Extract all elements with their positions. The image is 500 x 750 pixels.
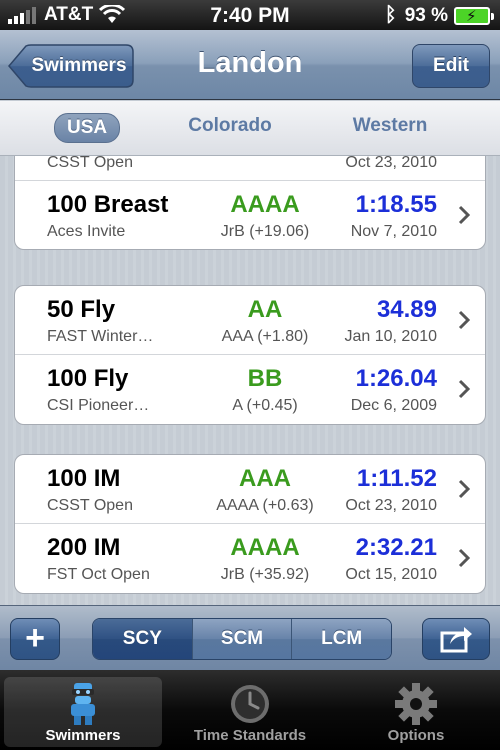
standard-achieved: AAA — [239, 465, 291, 492]
standard-achieved: AA — [247, 296, 283, 323]
share-button[interactable] — [422, 618, 490, 660]
swim-date: Dec 6, 2009 — [350, 397, 437, 414]
share-icon — [440, 627, 472, 653]
course-lcm[interactable]: LCM — [292, 619, 391, 659]
swim-time: 34.89 — [376, 296, 437, 323]
bluetooth-icon: ᛒ — [384, 4, 397, 26]
battery-icon: ⚡ — [454, 6, 494, 25]
table-row[interactable]: 200 IM FST Oct Open AAAA JrB (+35.92) 2:… — [15, 524, 485, 593]
status-bar: AT&T 7:40 PM ᛒ 93 % ⚡ — [0, 0, 500, 30]
table-row[interactable]: 100 Fly CSI Pioneer… BB A (+0.45) 1:26.0… — [15, 355, 485, 424]
tab-label: Options — [387, 727, 445, 744]
standard-achieved: AAAA — [230, 191, 300, 218]
tab-options[interactable]: Options — [337, 677, 495, 747]
standard-achieved: BB — [247, 365, 283, 392]
chevron-right-icon — [458, 548, 471, 568]
course-scm[interactable]: SCM — [192, 619, 293, 659]
course-segment-control: SCY SCM LCM — [92, 618, 392, 660]
edit-button[interactable]: Edit — [412, 44, 490, 88]
standard-achieved: AAAA — [230, 534, 300, 561]
event-name: 100 Breast — [47, 191, 169, 218]
chevron-right-icon — [458, 310, 471, 330]
bottom-toolbar: + SCY SCM LCM — [0, 605, 500, 670]
table-row[interactable]: 100 Breast Aces Invite AAAA JrB (+19.06)… — [15, 181, 485, 249]
tab-label: Time Standards — [193, 727, 307, 744]
table-row[interactable]: 50 Fly FAST Winter… AA AAA (+1.80) 34.89… — [15, 286, 485, 355]
scope-segment-bar: USA Colorado Western — [0, 101, 500, 156]
swim-date: Oct 15, 2010 — [345, 566, 437, 583]
stroke-group-fly: 50 Fly FAST Winter… AA AAA (+1.80) 34.89… — [14, 285, 486, 425]
swim-date: Oct 23, 2010 — [345, 497, 437, 514]
meet-name: CSI Pioneer… — [47, 397, 150, 414]
back-button[interactable]: Swimmers — [8, 44, 134, 88]
battery-percent: 93 % — [404, 4, 448, 26]
swim-date: Jan 10, 2010 — [344, 328, 437, 345]
status-right: ᛒ 93 % ⚡ — [384, 4, 494, 27]
tab-label: Swimmers — [45, 727, 121, 744]
next-standard-diff: JrB (+19.06) — [220, 223, 310, 240]
swim-time: 1:11.52 — [356, 465, 437, 492]
chevron-right-icon — [458, 379, 471, 399]
chevron-right-icon — [458, 205, 471, 225]
event-name: 100 IM — [47, 465, 121, 492]
tab-swimmers[interactable]: Swimmers — [4, 677, 162, 747]
clock-icon — [231, 685, 269, 723]
table-row[interactable]: CSST Open Oct 23, 2010 — [15, 156, 485, 181]
page-title: Landon — [197, 47, 303, 79]
tab-time-standards[interactable]: Time Standards — [171, 677, 329, 747]
table-row[interactable]: 100 IM CSST Open AAA AAAA (+0.63) 1:11.5… — [15, 455, 485, 524]
scope-usa[interactable]: USA — [54, 113, 121, 143]
next-standard-diff: AAAA (+0.63) — [216, 497, 314, 514]
back-button-label: Swimmers — [31, 55, 127, 76]
course-scy[interactable]: SCY — [93, 619, 193, 659]
gear-icon — [395, 683, 437, 725]
next-standard-diff: A (+0.45) — [232, 397, 298, 414]
navigation-bar: Swimmers Landon Edit — [0, 30, 500, 100]
meet-name: Aces Invite — [47, 223, 126, 240]
meet-name: CSST Open — [47, 156, 133, 171]
swimmer-icon — [71, 683, 95, 725]
swim-time: 1:18.55 — [355, 191, 437, 218]
swim-time: 1:26.04 — [355, 365, 437, 392]
event-name: 200 IM — [47, 534, 121, 561]
swim-time: 2:32.21 — [355, 534, 437, 561]
chevron-right-icon — [458, 479, 471, 499]
event-name: 50 Fly — [47, 296, 116, 323]
meet-name: FST Oct Open — [47, 566, 150, 583]
stroke-group-im: 100 IM CSST Open AAA AAAA (+0.63) 1:11.5… — [14, 454, 486, 594]
next-standard-diff: AAA (+1.80) — [221, 328, 309, 345]
chevron-right-icon — [457, 156, 471, 157]
swim-date: Oct 23, 2010 — [345, 156, 437, 171]
scope-colorado[interactable]: Colorado — [170, 115, 290, 137]
meet-name: FAST Winter… — [47, 328, 154, 345]
stroke-group-breast: CSST Open Oct 23, 2010 100 Breast Aces I… — [14, 156, 486, 250]
event-name: 100 Fly — [47, 365, 129, 392]
scope-western[interactable]: Western — [330, 115, 450, 137]
meet-name: CSST Open — [47, 497, 133, 514]
next-standard-diff: JrB (+35.92) — [220, 566, 310, 583]
tab-bar: Swimmers Time Standards Options — [0, 670, 500, 750]
swim-date: Nov 7, 2010 — [350, 223, 437, 240]
add-time-button[interactable]: + — [10, 618, 60, 660]
times-list[interactable]: CSST Open Oct 23, 2010 100 Breast Aces I… — [0, 156, 500, 605]
